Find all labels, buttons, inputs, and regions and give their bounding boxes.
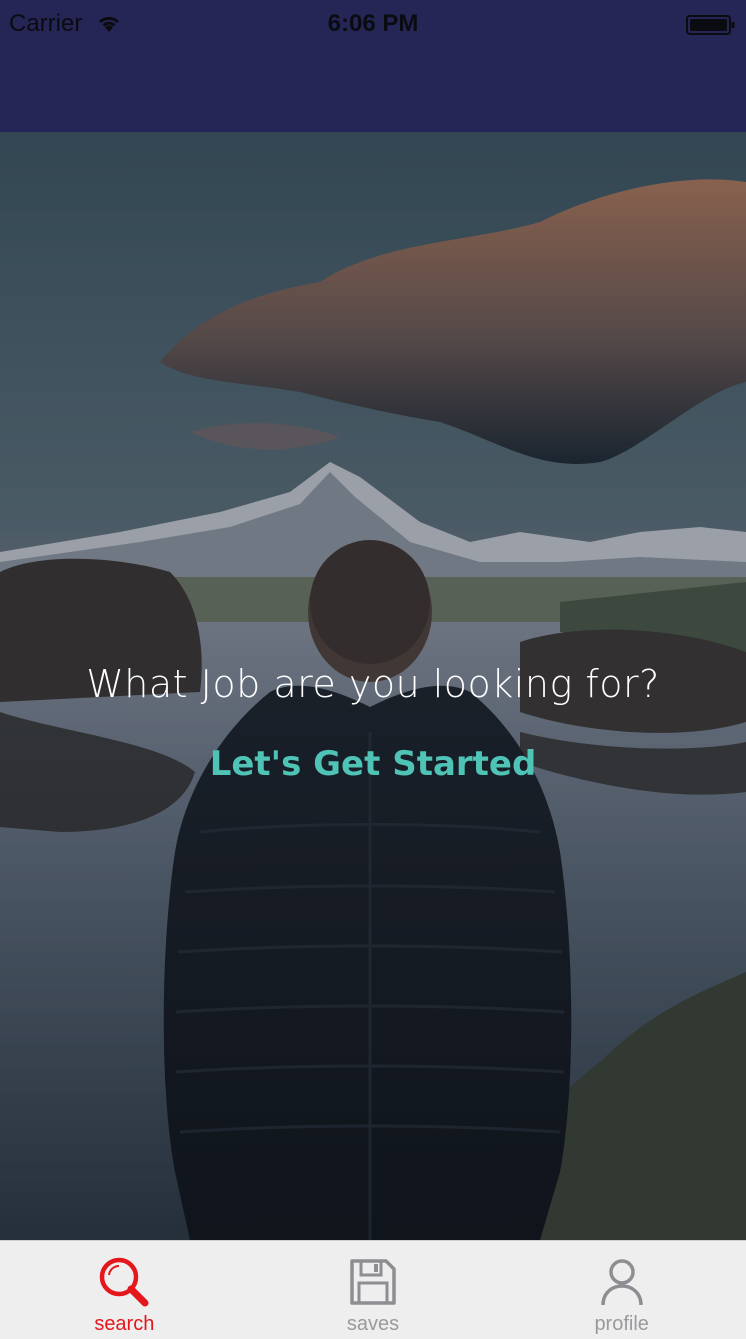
hero-banner: What Job are you looking for? Let's Get …: [0, 132, 746, 1240]
user-icon: [600, 1259, 643, 1306]
search-icon: [100, 1257, 149, 1307]
hero-question: What Job are you looking for?: [86, 662, 660, 706]
battery-icon: [686, 15, 735, 35]
get-started-button[interactable]: Let's Get Started: [0, 744, 746, 784]
status-time: 6:06 PM: [327, 10, 419, 37]
navigation-bar: [0, 48, 746, 132]
tab-label-search: search: [94, 1313, 155, 1335]
tab-bar: search saves profile: [0, 1240, 746, 1339]
status-bar: Carrier 6:06 PM: [0, 0, 746, 48]
tab-profile[interactable]: profile: [497, 1241, 746, 1339]
floppy-disk-icon: [350, 1259, 396, 1305]
tab-search[interactable]: search: [0, 1241, 249, 1339]
tab-saves[interactable]: saves: [249, 1241, 498, 1339]
tab-label-saves: saves: [346, 1313, 400, 1335]
tab-label-profile: profile: [594, 1313, 649, 1335]
